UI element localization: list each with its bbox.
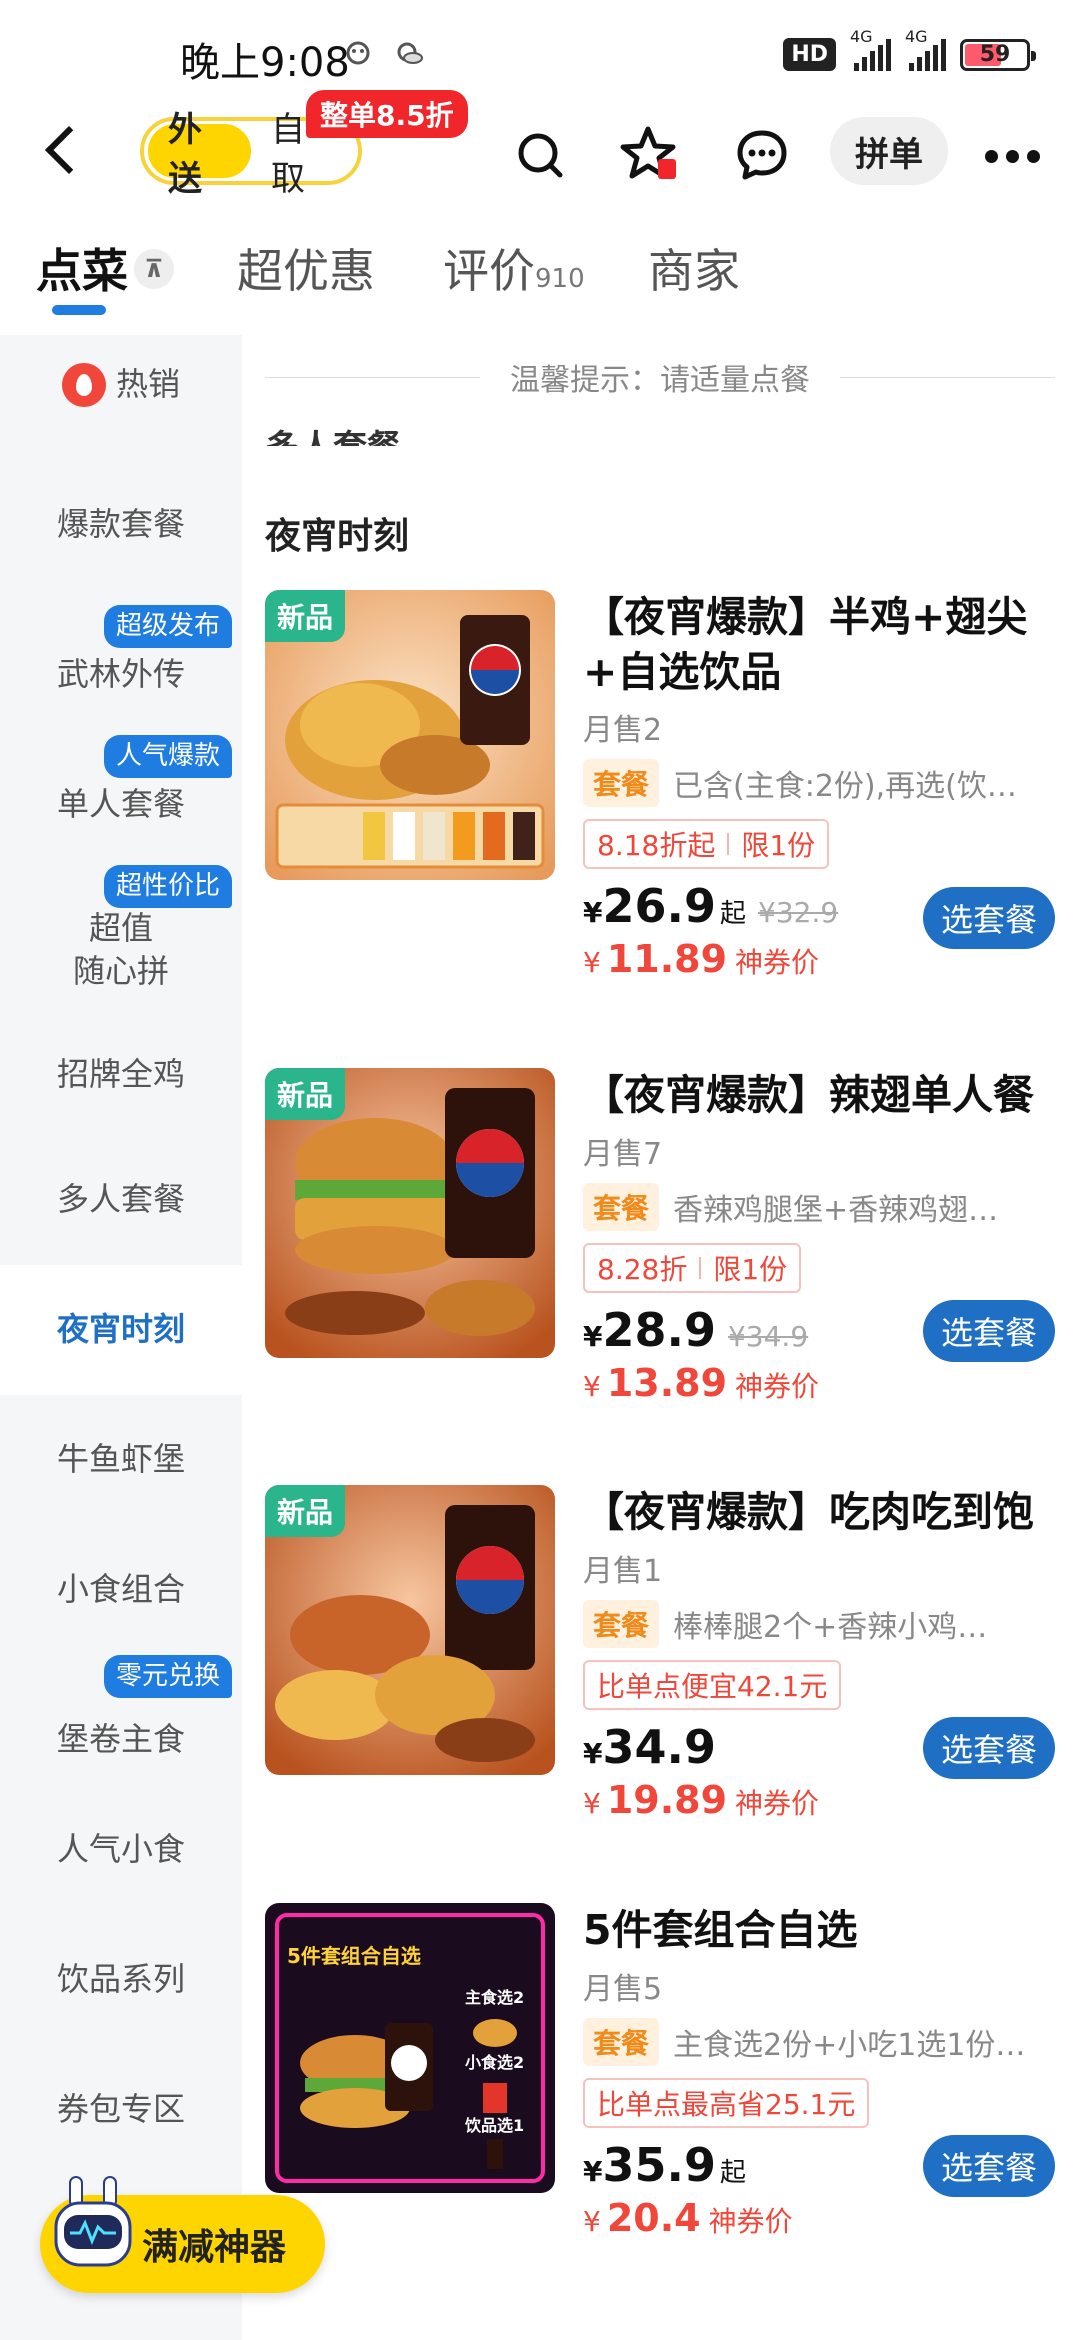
sidebar-item-value-mix[interactable]: 超性价比 超值 随心拼 — [0, 845, 242, 1015]
combo-tag: 套餐 — [583, 2017, 660, 2066]
sidebar-item-single-meal[interactable]: 人气爆款 单人套餐 — [0, 715, 242, 845]
signal-icon-2: 4G — [905, 27, 946, 71]
discount-badge: 8.18折起 限1份 — [583, 819, 830, 870]
section-heading-previous: 多人套餐 — [265, 420, 401, 446]
sidebar-tag: 零元兑换 — [103, 1655, 232, 1699]
new-tag: 新品 — [265, 590, 346, 642]
section-title: 夜宵时刻 — [265, 516, 410, 557]
sidebar-item-beef-fish-shrimp[interactable]: 牛鱼虾堡 — [0, 1395, 242, 1525]
choose-combo-button[interactable]: 选套餐 — [923, 1717, 1055, 1779]
new-tag: 新品 — [265, 1485, 346, 1537]
sidebar-item-snack-combo[interactable]: 小食组合 — [0, 1525, 242, 1655]
sidebar-tag: 超级发布 — [103, 605, 232, 649]
combo-description: 香辣鸡腿堡+香辣鸡翅… — [673, 1192, 999, 1228]
image-label-drink: 饮品选1 — [464, 2116, 524, 2135]
combo-description: 已含(主食:2份),再选(饮… — [673, 769, 1017, 805]
combo-tag: 套餐 — [583, 1599, 660, 1648]
product-card[interactable]: 新品 【夜宵爆款】半鸡+翅尖+自选饮品 月售2 套餐 已含(主食:2份),再选(… — [265, 590, 1055, 990]
delivery-option[interactable]: 外送 — [148, 110, 251, 199]
combo-description: 主食选2份+小吃1选1份… — [673, 2027, 1026, 2063]
product-image[interactable]: 5件套组合自选 主食选2 小食选2 饮品选1 — [265, 1903, 555, 2193]
sidebar-item-late-night[interactable]: 夜宵时刻 — [0, 1265, 242, 1395]
combo-tag: 套餐 — [583, 1182, 660, 1231]
pin-top-icon[interactable]: ⊼ — [134, 248, 174, 289]
group-order-button[interactable]: 拼单 — [830, 117, 948, 185]
sidebar-item-signature-chicken[interactable]: 招牌全鸡 — [0, 1015, 242, 1135]
monthly-sales: 月售5 — [583, 1971, 663, 2007]
battery-icon: 59 — [960, 38, 1036, 71]
product-image[interactable]: 新品 — [265, 1485, 555, 1775]
discount-badge: 8.28折 限1份 — [583, 1242, 802, 1293]
sidebar-item-popular-snacks[interactable]: 人气小食 — [0, 1785, 242, 1915]
discount-tool-button[interactable]: 满减神器 — [40, 2176, 325, 2293]
discount-badge: 比单点最高省25.1元 — [583, 2077, 870, 2128]
product-card[interactable]: 5件套组合自选 主食选2 小食选2 饮品选1 5件套组合自选 月售5 套餐 主食… — [265, 1903, 1055, 2303]
sidebar-item-burger-wrap[interactable]: 零元兑换 堡卷主食 — [0, 1655, 242, 1785]
hd-icon: HD — [783, 38, 836, 71]
sidebar-tag: 超性价比 — [103, 865, 232, 909]
tab-active-indicator — [52, 305, 106, 315]
sidebar-item-coupon-zone[interactable]: 券包专区 — [0, 2045, 242, 2175]
fire-icon — [61, 363, 106, 407]
image-title: 5件套组合自选 — [287, 1944, 421, 1968]
message-icon[interactable] — [732, 125, 792, 185]
review-count: 910 — [535, 264, 585, 294]
choose-combo-button[interactable]: 选套餐 — [923, 887, 1055, 949]
product-card[interactable]: 新品 【夜宵爆款】吃肉吃到饱 月售1 套餐 棒棒腿2个+香辣小鸡… 比单点便宜4… — [265, 1485, 1055, 1885]
notice-text: 温馨提示：请适量点餐 — [510, 363, 810, 398]
sidebar-item-drinks[interactable]: 饮品系列 — [0, 1915, 242, 2045]
image-label-main: 主食选2 — [465, 1988, 524, 2007]
back-icon[interactable] — [44, 125, 94, 175]
sidebar-item-wulin[interactable]: 超级发布 武林外传 — [0, 585, 242, 715]
robot-icon — [54, 2176, 132, 2267]
monthly-sales: 月售7 — [583, 1136, 663, 1172]
favorite-star-icon[interactable] — [620, 125, 680, 185]
coupon-price: ¥ 20.4 神券价 — [583, 2195, 793, 2240]
notice-bar: 温馨提示：请适量点餐 — [265, 355, 1055, 399]
discount-badge: 比单点便宜42.1元 — [583, 1659, 842, 1710]
category-sidebar: 热销 爆款套餐 超级发布 武林外传 人气爆款 单人套餐 超性价比 超值 随心拼 … — [0, 335, 242, 2340]
product-name: 【夜宵爆款】辣翅单人餐 — [583, 1071, 1034, 1119]
tab-deals[interactable]: 超优惠 — [237, 235, 375, 301]
product-name: 【夜宵爆款】半鸡+翅尖+自选饮品 — [583, 593, 1028, 696]
tab-bar: 点菜 ⊼ 超优惠 评价910 商家 — [0, 235, 1080, 330]
product-name: 【夜宵爆款】吃肉吃到饱 — [583, 1488, 1034, 1536]
image-label-snack: 小食选2 — [465, 2053, 524, 2072]
product-name: 5件套组合自选 — [583, 1906, 858, 1954]
weather-icon — [395, 40, 423, 73]
signal-icon: 4G — [850, 27, 891, 71]
product-card[interactable]: 新品 【夜宵爆款】辣翅单人餐 月售7 套餐 香辣鸡腿堡+香辣鸡翅… 8.28折 … — [265, 1068, 1055, 1468]
new-tag: 新品 — [265, 1068, 346, 1120]
product-image[interactable]: 新品 — [265, 1068, 555, 1358]
product-image[interactable]: 新品 — [265, 590, 555, 880]
sidebar-item-hit-combos[interactable]: 爆款套餐 — [0, 465, 242, 585]
original-price: ¥32.9 — [758, 896, 839, 930]
monthly-sales: 月售1 — [583, 1553, 663, 1589]
promo-badge: 整单8.5折 — [306, 90, 468, 138]
monthly-sales: 月售2 — [583, 713, 663, 749]
sidebar-item-group-meal[interactable]: 多人套餐 — [0, 1135, 242, 1265]
more-icon[interactable] — [985, 150, 1040, 163]
coupon-price: ¥ 19.89 神券价 — [583, 1777, 820, 1822]
choose-combo-button[interactable]: 选套餐 — [923, 2135, 1055, 2197]
sidebar-tag: 人气爆款 — [103, 735, 232, 779]
combo-tag: 套餐 — [583, 759, 660, 808]
choose-combo-button[interactable]: 选套餐 — [923, 1300, 1055, 1362]
tab-order[interactable]: 点菜 ⊼ — [36, 235, 174, 301]
tab-merchant[interactable]: 商家 — [648, 235, 740, 301]
status-time: 晚上9:08 — [180, 40, 350, 86]
coupon-price: ¥ 13.89 神券价 — [583, 1360, 820, 1405]
sidebar-item-hot[interactable]: 热销 — [0, 335, 242, 435]
combo-description: 棒棒腿2个+香辣小鸡… — [673, 1609, 988, 1645]
tab-reviews[interactable]: 评价910 — [443, 235, 585, 301]
notification-icon — [345, 40, 371, 73]
nav-bar: 外送 自取 整单8.5折 拼单 — [0, 90, 1080, 215]
original-price: ¥34.9 — [727, 1319, 809, 1353]
search-icon[interactable] — [510, 125, 570, 185]
discount-tool-label: 满减神器 — [142, 2227, 287, 2268]
